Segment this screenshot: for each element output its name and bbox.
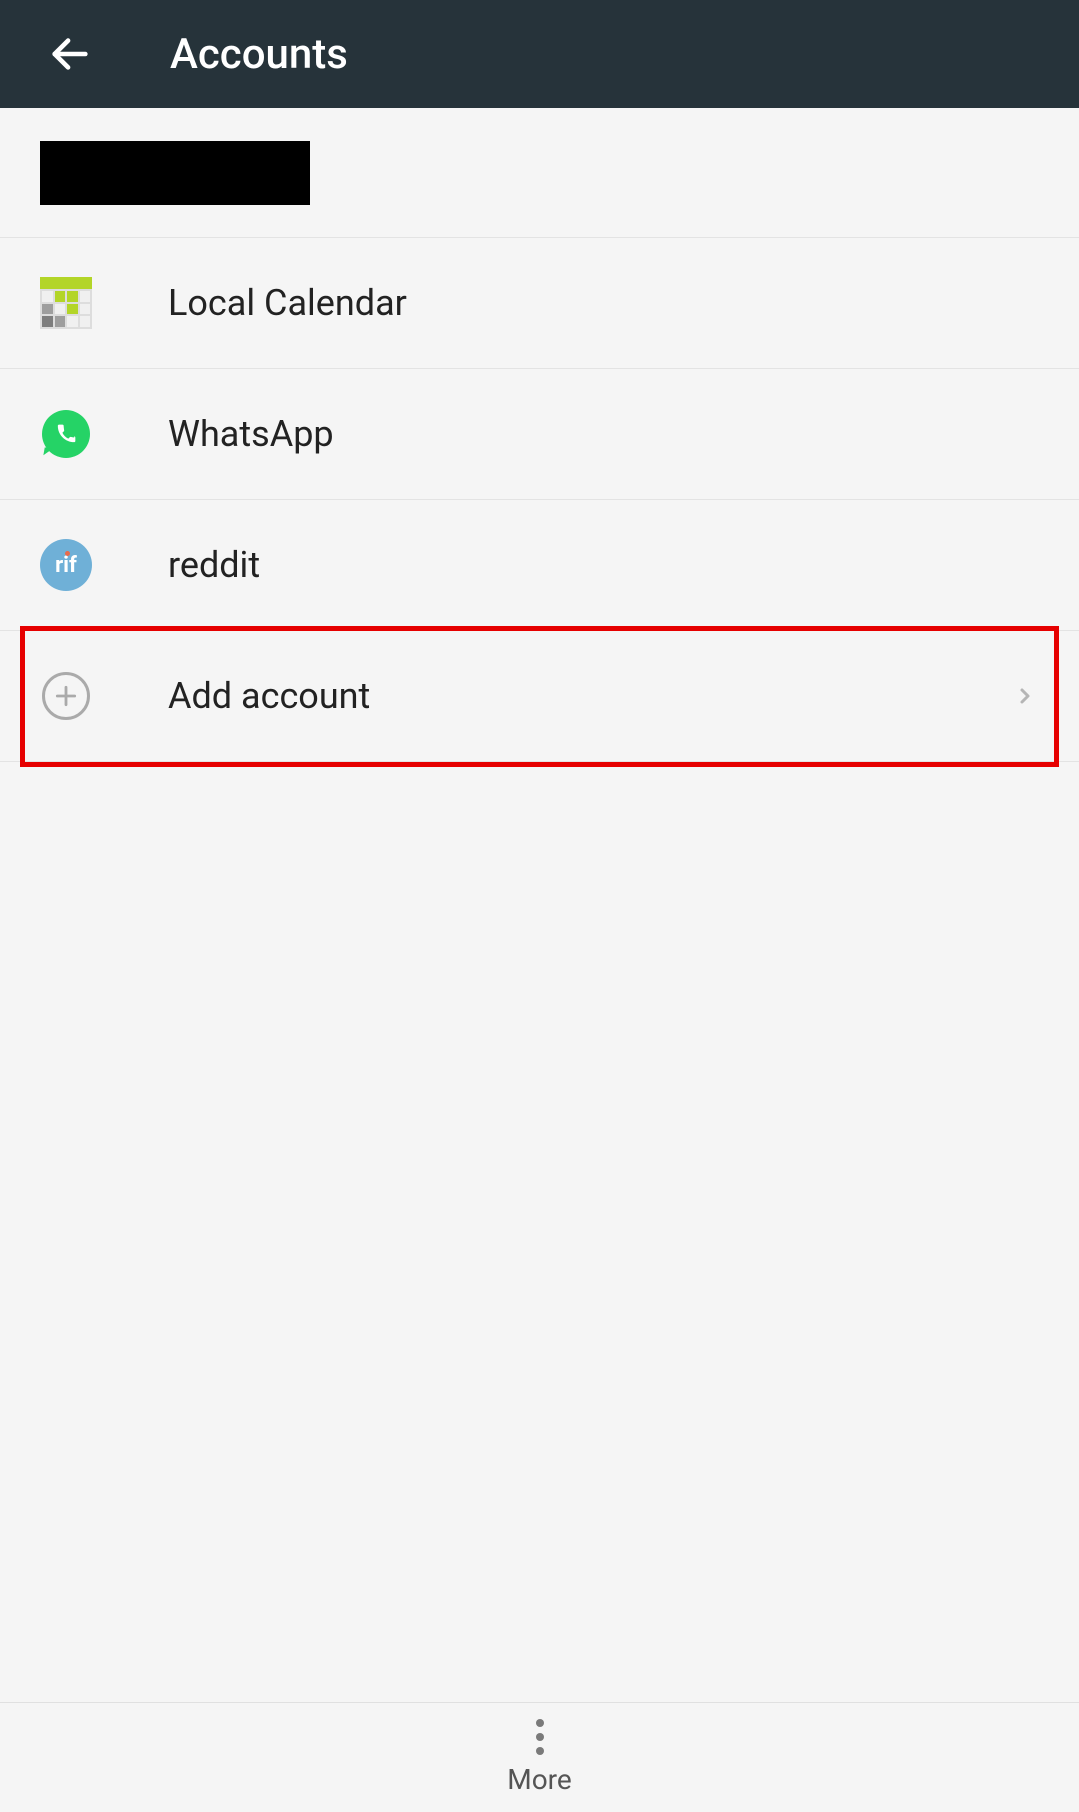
account-item-label: reddit bbox=[168, 544, 260, 586]
redacted-email bbox=[40, 141, 310, 205]
bottom-bar: More bbox=[0, 1702, 1079, 1812]
back-button[interactable] bbox=[40, 24, 100, 84]
page-title: Accounts bbox=[170, 30, 348, 79]
account-item-label: Local Calendar bbox=[168, 282, 407, 324]
add-account-item[interactable]: Add account bbox=[0, 631, 1079, 762]
account-item-reddit[interactable]: rif reddit bbox=[0, 500, 1079, 631]
more-button[interactable]: More bbox=[507, 1719, 572, 1796]
account-item-local-calendar[interactable]: Local Calendar bbox=[0, 238, 1079, 369]
rif-icon: rif bbox=[40, 539, 92, 591]
back-arrow-icon bbox=[47, 31, 93, 77]
accounts-list: Local Calendar WhatsApp rif reddit bbox=[0, 238, 1079, 762]
add-account-label: Add account bbox=[168, 675, 370, 717]
account-item-label: WhatsApp bbox=[168, 413, 334, 455]
calendar-icon bbox=[40, 277, 92, 329]
account-section-header bbox=[0, 108, 1079, 238]
chevron-right-icon bbox=[1011, 682, 1039, 710]
content-area: Local Calendar WhatsApp rif reddit bbox=[0, 108, 1079, 1702]
plus-circle-icon bbox=[40, 670, 92, 722]
whatsapp-icon bbox=[40, 408, 92, 460]
add-account-highlight: Add account bbox=[0, 631, 1079, 762]
account-item-whatsapp[interactable]: WhatsApp bbox=[0, 369, 1079, 500]
more-label: More bbox=[507, 1763, 572, 1796]
app-bar: Accounts bbox=[0, 0, 1079, 108]
more-dots-icon bbox=[536, 1719, 544, 1755]
